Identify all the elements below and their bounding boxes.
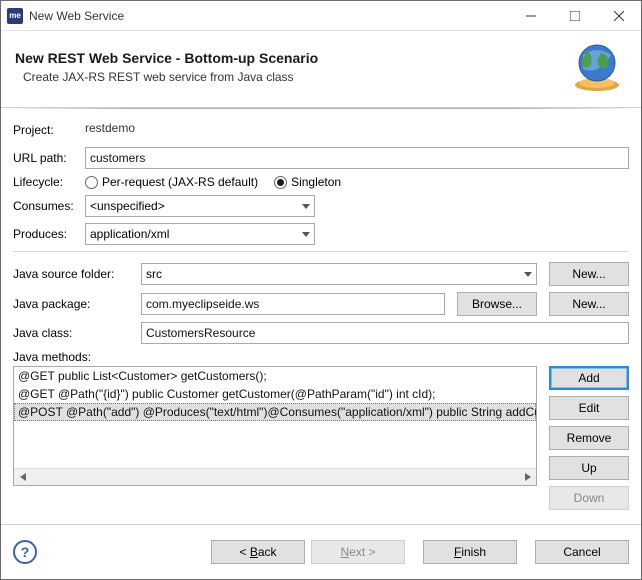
produces-label: Produces: (13, 227, 85, 241)
source-folder-new-button[interactable]: New... (549, 262, 629, 286)
maximize-button[interactable] (553, 1, 597, 31)
consumes-label: Consumes: (13, 199, 85, 213)
class-input[interactable] (141, 322, 629, 344)
minimize-button[interactable] (509, 1, 553, 31)
lifecycle-label: Lifecycle: (13, 175, 85, 189)
consumes-value: <unspecified> (90, 199, 165, 213)
method-item[interactable]: @POST @Path("add") @Produces("text/html"… (14, 403, 536, 421)
lifecycle-singleton-label: Singleton (291, 175, 341, 189)
app-icon: me (7, 8, 23, 24)
radio-unchecked-icon (85, 176, 98, 189)
wizard-banner: New REST Web Service - Bottom-up Scenari… (1, 31, 641, 108)
banner-title: New REST Web Service - Bottom-up Scenari… (15, 50, 567, 66)
method-item[interactable]: @GET public List<Customer> getCustomers(… (14, 367, 536, 385)
chevron-down-icon (302, 204, 310, 209)
source-folder-value: src (146, 267, 162, 281)
lifecycle-per-request-radio[interactable]: Per-request (JAX-RS default) (85, 175, 258, 189)
scroll-left-icon[interactable] (14, 469, 31, 486)
methods-list[interactable]: @GET public List<Customer> getCustomers(… (13, 366, 537, 486)
method-item[interactable]: @GET @Path("{id}") public Customer getCu… (14, 385, 536, 403)
cancel-button[interactable]: Cancel (535, 540, 629, 564)
lifecycle-per-request-label: Per-request (JAX-RS default) (102, 175, 258, 189)
back-button[interactable]: < Back (211, 540, 305, 564)
horizontal-scrollbar[interactable] (14, 468, 536, 485)
remove-method-button[interactable]: Remove (549, 426, 629, 450)
chevron-down-icon (302, 232, 310, 237)
form-area: Project: restdemo URL path: Lifecycle: P… (1, 109, 641, 520)
title-bar: me New Web Service (1, 1, 641, 31)
consumes-select[interactable]: <unspecified> (85, 195, 315, 217)
edit-method-button[interactable]: Edit (549, 396, 629, 420)
scroll-right-icon[interactable] (519, 469, 536, 486)
project-value: restdemo (85, 119, 629, 141)
finish-button[interactable]: Finish (423, 540, 517, 564)
source-folder-label: Java source folder: (13, 267, 141, 281)
up-method-button[interactable]: Up (549, 456, 629, 480)
produces-select[interactable]: application/xml (85, 223, 315, 245)
methods-label: Java methods: (13, 350, 141, 364)
urlpath-input[interactable] (85, 147, 629, 169)
lifecycle-singleton-radio[interactable]: Singleton (274, 175, 341, 189)
chevron-down-icon (524, 272, 532, 277)
source-folder-select[interactable]: src (141, 263, 537, 285)
class-label: Java class: (13, 326, 141, 340)
down-method-button: Down (549, 486, 629, 510)
help-icon[interactable]: ? (13, 540, 37, 564)
close-button[interactable] (597, 1, 641, 31)
next-button: Next > (311, 540, 405, 564)
window-title: New Web Service (29, 9, 124, 23)
divider (13, 251, 629, 252)
urlpath-label: URL path: (13, 151, 85, 165)
package-label: Java package: (13, 297, 141, 311)
package-new-button[interactable]: New... (549, 292, 629, 316)
banner-description: Create JAX-RS REST web service from Java… (15, 70, 567, 84)
wizard-footer: ? < Back Next > Finish Cancel (1, 525, 641, 579)
produces-value: application/xml (90, 227, 169, 241)
package-input[interactable] (141, 293, 445, 315)
project-label: Project: (13, 123, 85, 137)
banner-globe-icon (567, 41, 627, 93)
add-method-button[interactable]: Add (549, 366, 629, 390)
package-browse-button[interactable]: Browse... (457, 292, 537, 316)
radio-checked-icon (274, 176, 287, 189)
